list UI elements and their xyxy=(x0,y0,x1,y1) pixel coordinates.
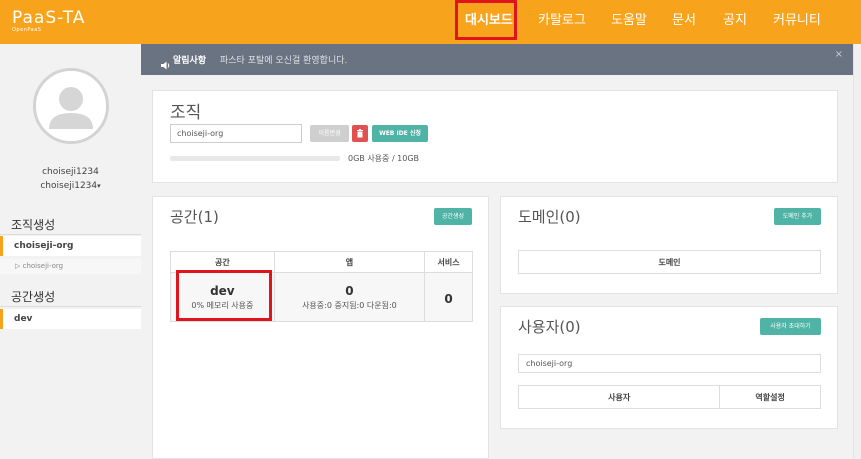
username: choiseji1234 xyxy=(42,167,99,177)
user-dropdown-label: choiseji1234 xyxy=(40,181,98,191)
chevron-down-icon: ▾ xyxy=(97,182,101,190)
sidebar-subitem-org[interactable]: ▷ choiseji-org xyxy=(0,259,141,274)
avatar[interactable] xyxy=(33,68,109,144)
add-domain-button[interactable]: 도메인 추가 xyxy=(774,208,821,225)
paas-ta-logo[interactable]: PaaS-TA OpenPaaS xyxy=(12,8,85,33)
col-app: 앱 xyxy=(273,251,426,273)
sidebar-divider xyxy=(0,234,141,235)
user-dropdown[interactable]: choiseji1234▾ xyxy=(0,181,141,191)
sidebar-item-space[interactable]: dev xyxy=(0,309,141,329)
space-create-heading[interactable]: 공간생성 xyxy=(11,288,55,305)
app-status: 사용중:0 중지됨:0 다운됨:0 xyxy=(302,300,397,310)
domain-title: 도메인(0) xyxy=(518,208,581,226)
rename-button[interactable]: 이름변경 xyxy=(310,125,349,142)
nav-catalog[interactable]: 카탈로그 xyxy=(538,0,586,44)
user-table: 사용자 역할설정 xyxy=(517,385,821,409)
create-space-button[interactable]: 공간생성 xyxy=(434,208,472,225)
user-silhouette-icon xyxy=(36,71,106,141)
user-org-field[interactable]: choiseji-org xyxy=(518,354,821,373)
app-count: 0 xyxy=(345,283,354,298)
logo-text: PaaS-TA xyxy=(12,8,86,28)
nav-notice[interactable]: 공지 xyxy=(723,0,747,44)
app-cell: 0 사용중:0 중지됨:0 다운됨:0 xyxy=(273,272,426,322)
trash-icon xyxy=(357,129,363,138)
domain-table: 도메인 xyxy=(518,250,821,274)
org-name-input[interactable]: choiseji-org xyxy=(170,124,302,143)
top-navbar: PaaS-TA OpenPaaS 대시보드 카탈로그 도움말 문서 공지 커뮤니… xyxy=(0,0,861,44)
table-header-row: 사용자 역할설정 xyxy=(517,385,821,409)
webide-request-button[interactable]: WEB IDE 신청 xyxy=(372,125,428,142)
notice-label: 알림사항 xyxy=(173,56,207,66)
storage-usage-text: 0GB 사용중 / 10GB xyxy=(348,154,420,163)
space-title: 공간(1) xyxy=(170,208,219,226)
org-create-heading[interactable]: 조직생성 xyxy=(11,216,55,233)
sidebar-divider xyxy=(0,306,141,307)
close-icon[interactable]: × xyxy=(835,49,843,60)
space-panel xyxy=(152,196,489,459)
table-header-row: 도메인 xyxy=(518,250,821,274)
nav-help[interactable]: 도움말 xyxy=(611,0,647,44)
sidebar-item-org[interactable]: choiseji-org xyxy=(0,236,141,256)
space-highlight-box xyxy=(176,270,272,321)
storage-progress-bar xyxy=(170,156,340,161)
speaker-icon xyxy=(161,55,171,74)
delete-button[interactable] xyxy=(352,125,368,142)
notice-bar: 알림사항 파스타 포탈에 오신걸 환영합니다. × xyxy=(141,44,853,75)
nav-community[interactable]: 커뮤니티 xyxy=(773,0,821,44)
dashboard-highlight-box xyxy=(455,0,517,40)
invite-user-button[interactable]: 사용자 초대하기 xyxy=(760,318,821,335)
service-count: 0 xyxy=(444,291,453,306)
col-service: 서비스 xyxy=(424,251,473,273)
org-title: 조직 xyxy=(170,103,202,123)
scrollbar[interactable] xyxy=(853,44,861,459)
col-user: 사용자 xyxy=(517,385,721,409)
sidebar: choiseji1234 choiseji1234▾ 조직생성 choiseji… xyxy=(0,44,141,459)
col-role: 역할설정 xyxy=(719,385,821,409)
service-cell: 0 xyxy=(424,272,473,322)
nav-docs[interactable]: 문서 xyxy=(672,0,696,44)
col-domain: 도메인 xyxy=(518,250,821,274)
notice-text: 파스타 포탈에 오신걸 환영합니다. xyxy=(220,56,348,66)
user-title: 사용자(0) xyxy=(518,318,581,336)
